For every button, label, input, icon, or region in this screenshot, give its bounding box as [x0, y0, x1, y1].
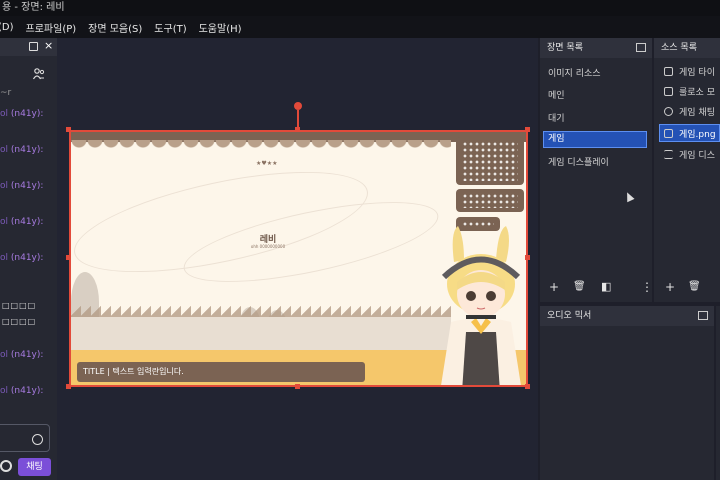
add-source-button[interactable]: + — [665, 280, 675, 294]
text-icon — [664, 67, 673, 76]
undock-icon[interactable] — [636, 43, 646, 52]
scene-canvas[interactable]: ★♥★★ 레비 ohh 0000000000 TITLE | 텍스트 입력란입니… — [69, 130, 528, 387]
scenes-panel-header: 장면 목록 — [540, 38, 652, 58]
browser-icon — [664, 107, 673, 116]
canvas-right-box — [456, 189, 524, 212]
scenes-panel-title: 장면 목록 — [547, 43, 583, 53]
chat-line: ol (n41y): — [0, 386, 44, 396]
source-item[interactable]: 게임 타이 — [679, 65, 715, 78]
menu-item-profile[interactable]: 프로파일(P) — [26, 20, 77, 35]
sources-panel-title: 소스 목록 — [661, 43, 697, 53]
canvas-title-bar: TITLE | 텍스트 입력란입니다. — [77, 362, 365, 382]
close-icon[interactable]: × — [44, 39, 53, 52]
audio-mixer-title: 오디오 믹서 — [547, 311, 592, 321]
chat-line: ol (n41y): — [0, 145, 44, 155]
menu-item-tools[interactable]: 도구(T) — [154, 20, 186, 35]
chat-line: ol (n41y): — [0, 350, 44, 360]
adjacent-panel — [716, 306, 720, 480]
audio-mixer-panel: 오디오 믹서 — [540, 306, 714, 480]
list-icon — [664, 150, 673, 159]
scene-item[interactable]: 대기 — [548, 111, 565, 124]
source-item[interactable]: 룰로소 모 — [679, 85, 715, 98]
resize-handle[interactable] — [525, 255, 530, 260]
canvas-scallop — [71, 140, 451, 154]
scene-item-selected[interactable]: 게임 — [543, 131, 647, 148]
menu-bar: (D) 프로파일(P) 장면 모음(S) 도구(T) 도움말(H) — [0, 16, 720, 38]
chat-line: ~r — [0, 88, 12, 98]
scene-item[interactable]: 게임 디스플레이 — [548, 155, 609, 168]
remove-scene-button[interactable]: 🗑 — [573, 281, 586, 292]
source-item[interactable]: 게임 채팅 — [679, 105, 715, 118]
menu-item-edit[interactable]: (D) — [0, 22, 14, 33]
canvas-character-sub: ohh 0000000000 — [250, 244, 286, 249]
scene-item[interactable]: 이미지 리소스 — [548, 66, 601, 79]
undock-icon[interactable] — [698, 311, 708, 320]
sources-panel-header: 소스 목록 — [654, 38, 720, 58]
chat-message-text: □□□□ — [2, 301, 37, 310]
scenes-panel: 장면 목록 이미지 리소스 메인 대기 게임 디스플레이 + 🗑 ◧ ⋮ — [540, 38, 653, 302]
people-icon[interactable] — [33, 68, 45, 80]
gear-icon[interactable] — [0, 460, 12, 472]
obs-window: 용 - 장면: 레비 (D) 프로파일(P) 장면 모음(S) 도구(T) 도움… — [0, 0, 720, 480]
source-item[interactable]: 게임 디스 — [679, 148, 715, 161]
resize-handle[interactable] — [295, 127, 300, 132]
character-illustration — [441, 226, 521, 385]
chat-dock: × ~r ol (n41y): ol (n41y): ol (n41y): ol… — [0, 38, 57, 480]
undock-icon[interactable] — [29, 42, 38, 51]
chat-message-text: □□□□ — [2, 317, 37, 326]
rotation-handle[interactable] — [294, 102, 302, 110]
image-icon — [664, 129, 673, 138]
audio-mixer-header: 오디오 믹서 — [540, 306, 714, 326]
add-scene-button[interactable]: + — [549, 280, 559, 294]
chat-dock-header: × — [0, 38, 57, 56]
canvas-ground — [71, 317, 451, 352]
resize-handle[interactable] — [525, 384, 530, 389]
scene-item[interactable]: 메인 — [548, 88, 565, 101]
menu-item-help[interactable]: 도움말(H) — [199, 20, 242, 35]
remove-source-button[interactable]: 🗑 — [688, 281, 701, 292]
menu-item-scene-collection[interactable]: 장면 모음(S) — [88, 20, 142, 35]
chat-line: ol (n41y): — [0, 181, 44, 191]
canvas-spikes — [71, 304, 451, 318]
scene-filter-button[interactable]: ◧ — [601, 280, 611, 293]
chat-line: ol (n41y): — [0, 109, 44, 119]
resize-handle[interactable] — [295, 384, 300, 389]
resize-handle[interactable] — [66, 255, 71, 260]
chat-send-button[interactable]: 채팅 — [18, 458, 51, 476]
canvas-stars: ★♥★★ — [256, 160, 278, 167]
chat-input[interactable] — [0, 424, 50, 452]
resize-handle[interactable] — [525, 127, 530, 132]
more-button[interactable]: ⋮ — [641, 280, 653, 294]
window-title: 용 - 장면: 레비 — [0, 0, 720, 16]
resize-handle[interactable] — [66, 384, 71, 389]
resize-handle[interactable] — [66, 127, 71, 132]
canvas-right-box — [456, 137, 524, 185]
chat-line: ol (n41y): — [0, 217, 44, 227]
source-item[interactable]: 게임.png — [679, 127, 716, 140]
chat-line: ol (n41y): — [0, 253, 44, 263]
emoji-icon[interactable] — [32, 434, 43, 445]
image-icon — [664, 87, 673, 96]
